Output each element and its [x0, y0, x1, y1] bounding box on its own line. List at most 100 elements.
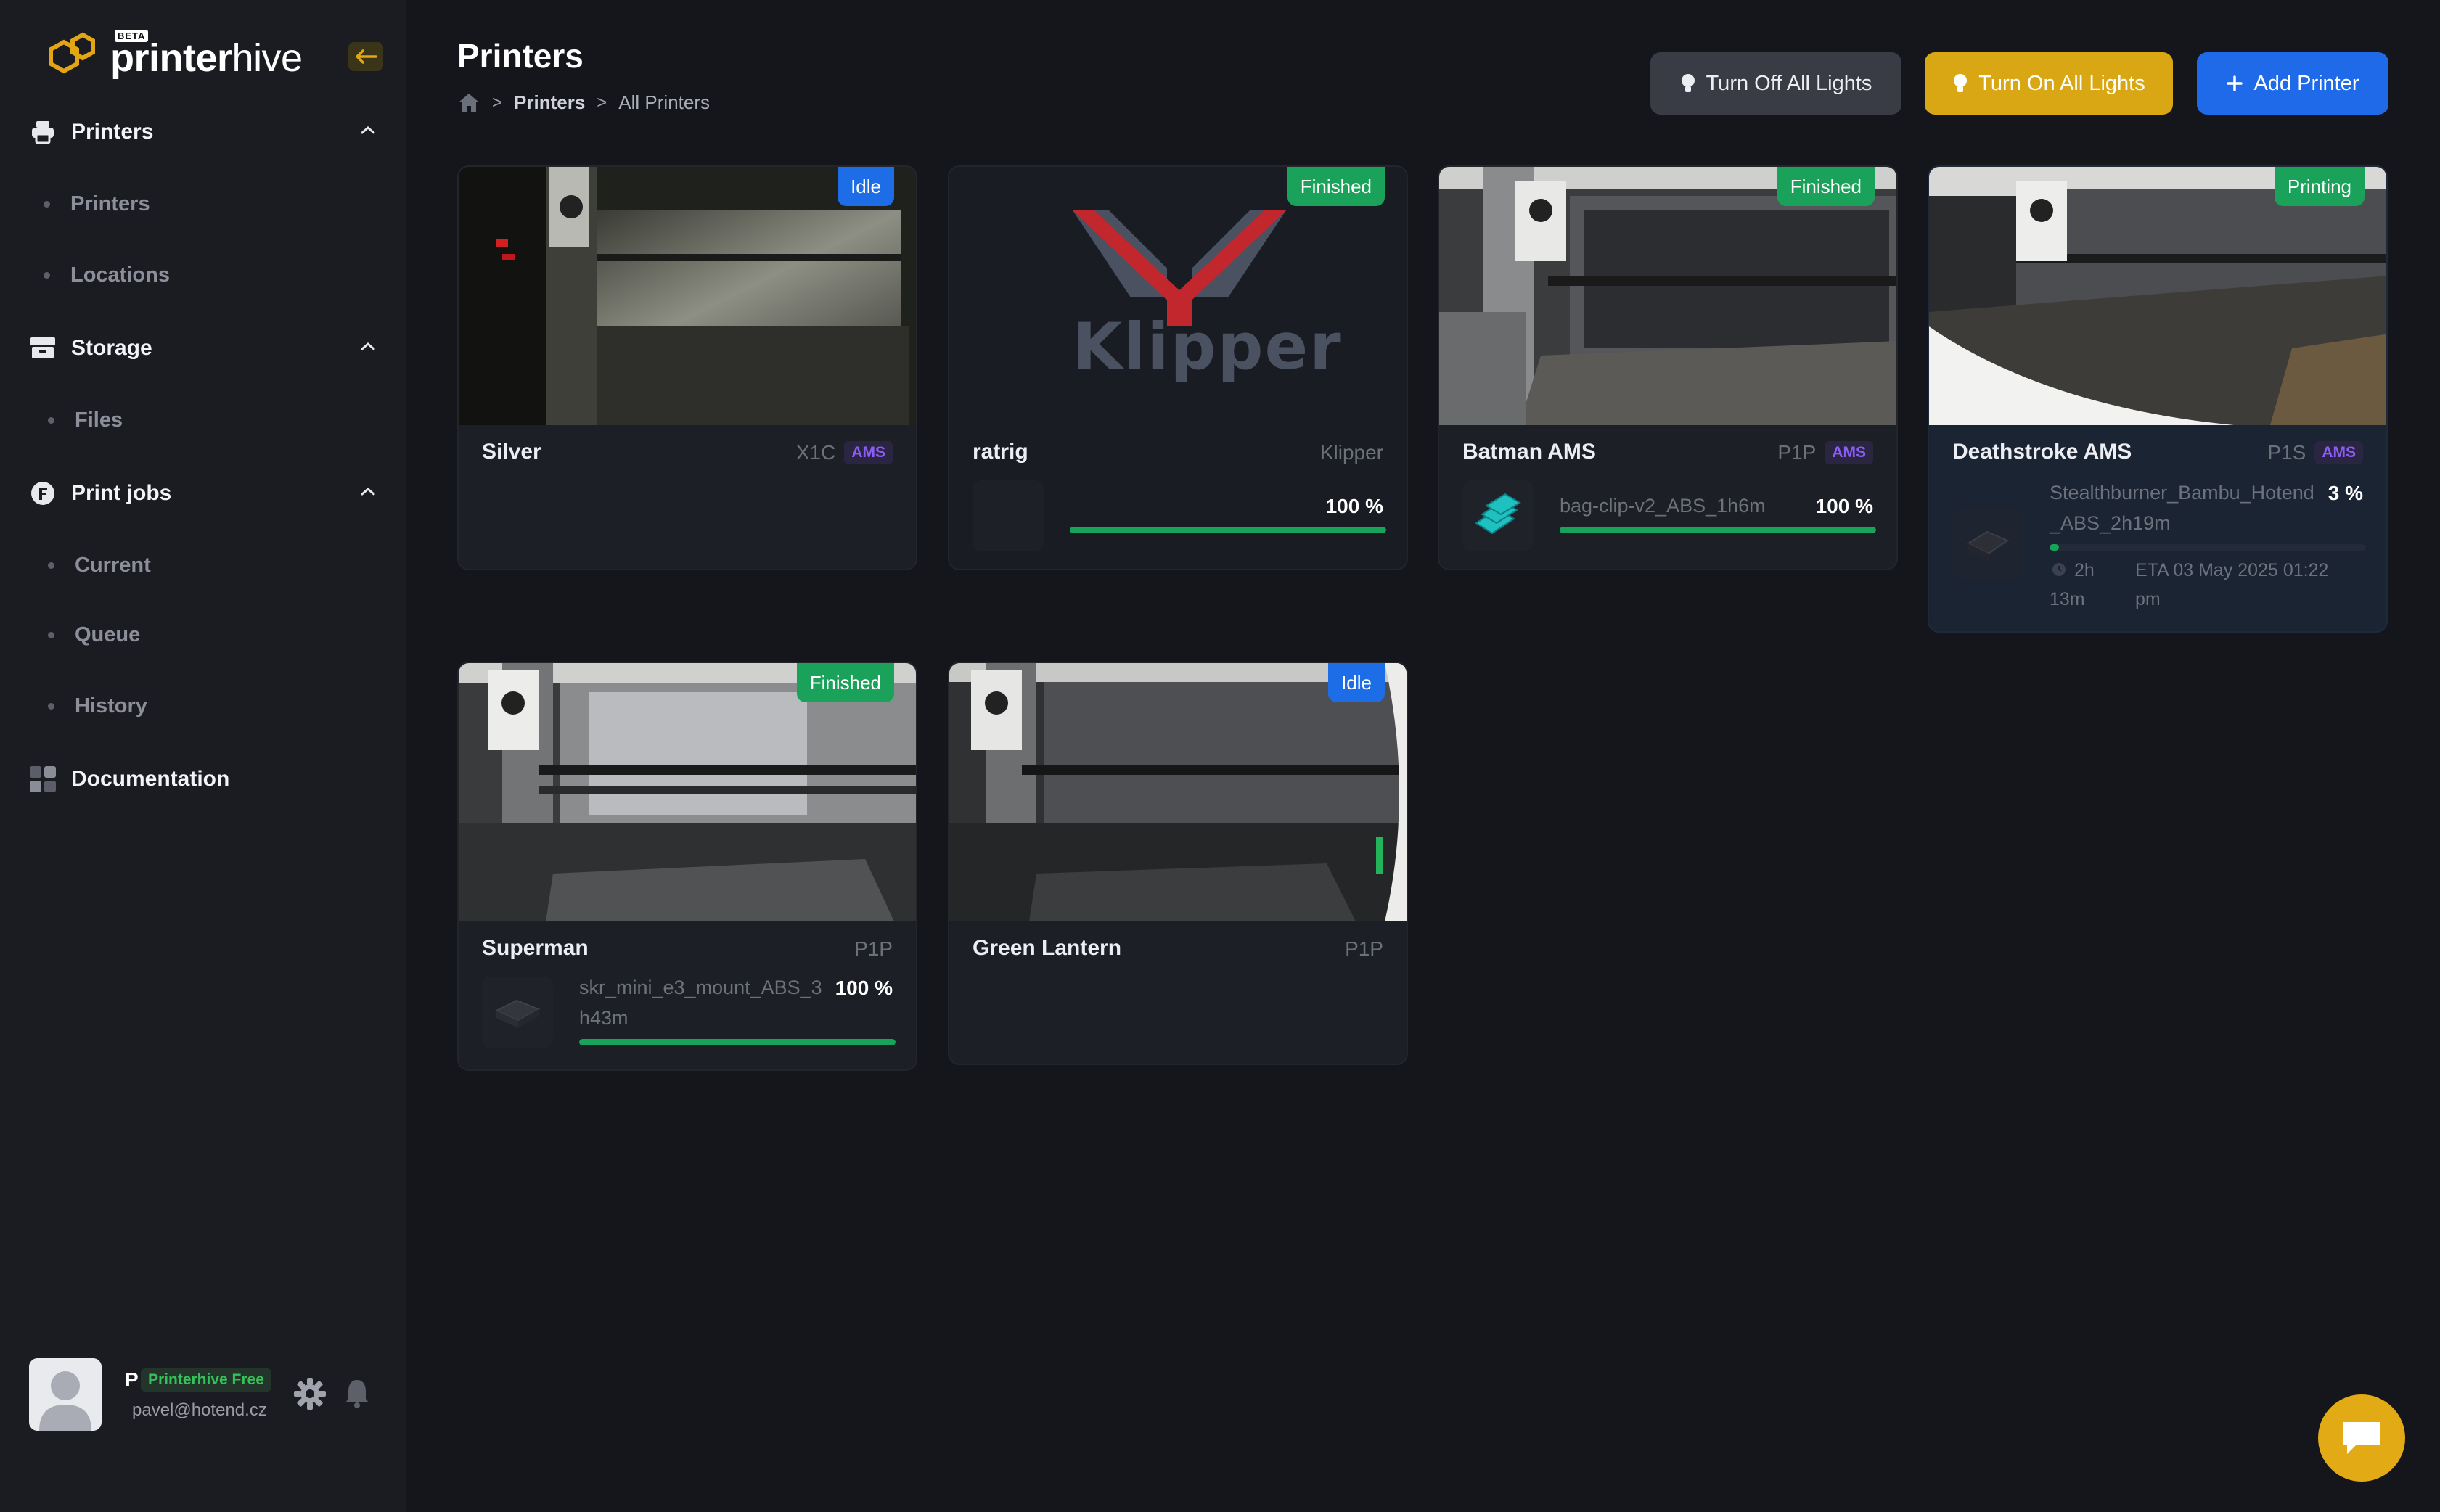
sidebar-item-history[interactable]: History [44, 688, 147, 724]
progress-fill [579, 1039, 896, 1045]
sidebar-item-printers[interactable]: Printers [44, 186, 150, 222]
user-name: P [125, 1368, 139, 1391]
home-icon[interactable] [457, 92, 480, 114]
hive-logo-icon [49, 32, 95, 74]
status-badge: Idle [838, 167, 894, 206]
progress-fill [1070, 527, 1386, 533]
sidebar-item-current[interactable]: Current [44, 547, 151, 583]
chevron-right-icon: > [597, 92, 607, 112]
ams-badge: AMS [2314, 441, 2363, 464]
storage-icon [28, 333, 58, 363]
sidebar-item-label: Queue [75, 623, 141, 646]
chevron-right-icon: > [492, 92, 503, 112]
bullet-icon [44, 271, 50, 279]
printer-model: P1P AMS [1777, 441, 1873, 464]
printer-model: P1P [854, 937, 893, 960]
progress-bar [1070, 527, 1386, 533]
bullet-icon [48, 562, 54, 569]
gear-icon[interactable] [293, 1377, 327, 1410]
breadcrumb-all-printers: All Printers [618, 91, 710, 113]
progress-bar [579, 1039, 896, 1045]
ams-badge: AMS [1825, 441, 1873, 464]
nav-group-label: Printers [71, 120, 154, 144]
printer-icon [28, 117, 58, 147]
printer-model: X1C AMS [796, 441, 893, 464]
sidebar-item-files[interactable]: Files [44, 402, 123, 438]
sidebar-item-queue[interactable]: Queue [44, 617, 140, 653]
printer-model: Klipper [1319, 441, 1383, 464]
documentation-icon [28, 764, 58, 794]
chevron-up-icon[interactable] [360, 486, 376, 496]
bell-icon[interactable] [344, 1379, 370, 1409]
printer-model-label: P1P [1777, 441, 1817, 464]
collapse-sidebar-button[interactable] [348, 42, 383, 71]
turn-off-lights-button[interactable]: Turn Off All Lights [1650, 52, 1901, 115]
clock-icon [2052, 563, 2066, 576]
breadcrumb-printers[interactable]: Printers [514, 91, 585, 114]
printer-model-label: X1C [795, 441, 836, 464]
turn-on-lights-button[interactable]: Turn On All Lights [1925, 52, 2173, 115]
page-title: Printers [457, 37, 584, 75]
progress-bar [1560, 527, 1876, 533]
printer-card-silver[interactable]: Idle Silver X1C AMS [457, 165, 917, 570]
nav-label: Documentation [71, 767, 230, 791]
job-thumbnail [482, 977, 553, 1048]
model-preview-icon [1475, 493, 1521, 535]
user-email: pavel@hotend.cz [132, 1400, 267, 1420]
sidebar-item-label: Current [75, 553, 151, 577]
sidebar-item-documentation[interactable]: Documentation [28, 757, 390, 801]
breadcrumb: > Printers > All Printers [457, 91, 710, 114]
plus-icon [2226, 75, 2243, 92]
nav-group-printers[interactable]: Printers [28, 110, 390, 154]
sidebar-item-label: Printers [70, 192, 150, 215]
progress-fill [2050, 544, 2060, 551]
job-thumbnail [1462, 480, 1534, 551]
remaining-time-line-2: 13m [2050, 589, 2085, 609]
printer-card-deathstroke-ams[interactable]: Printing Deathstroke AMS P1S AMS Stealth… [1928, 165, 2388, 633]
printer-model: P1S AMS [2267, 441, 2363, 464]
chevron-up-icon[interactable] [360, 341, 376, 351]
sidebar: BETA printerhive Printers Printers Locat… [0, 0, 406, 1512]
progress-bar [2050, 544, 2366, 551]
print-jobs-icon [28, 478, 58, 509]
chevron-up-icon[interactable] [360, 125, 376, 135]
model-preview-icon [494, 999, 541, 1028]
printer-card-green-lantern[interactable]: Idle Green Lantern P1P [948, 662, 1408, 1065]
printer-card-batman-ams[interactable]: Finished Batman AMS P1P AMS bag-clip-v2_… [1438, 165, 1898, 570]
job-name-line-2: h43m [579, 1007, 629, 1029]
sidebar-item-locations[interactable]: Locations [44, 257, 170, 293]
status-badge: Idle [1328, 663, 1385, 702]
printer-model-label: P1S [2267, 441, 2306, 464]
nav-group-storage[interactable]: Storage [28, 326, 390, 370]
bullet-icon [48, 416, 54, 424]
printer-name: Silver [482, 440, 541, 464]
logo-text-light: hive [232, 36, 303, 80]
button-label: Add Printer [2253, 71, 2359, 95]
job-name-line-2: _ABS_2h19m [2050, 512, 2171, 534]
job-name-line-1: skr_mini_e3_mount_ABS_3 [579, 977, 822, 998]
job-thumbnail [973, 480, 1044, 551]
printer-card-superman[interactable]: Finished Superman P1P skr_mini_e3_mount_… [457, 662, 917, 1071]
eta-line-1: ETA 03 May 2025 01:22 [2135, 560, 2329, 580]
avatar[interactable] [29, 1358, 102, 1431]
button-label: Turn Off All Lights [1706, 71, 1872, 95]
printer-name: Deathstroke AMS [1952, 440, 2132, 464]
printer-card-ratrig[interactable]: Klipper Finished ratrig Klipper 100 % [948, 165, 1408, 570]
plan-badge: Printerhive Free [141, 1368, 271, 1392]
user-icon [29, 1358, 102, 1431]
logo[interactable]: BETA printerhive [35, 29, 303, 87]
add-printer-button[interactable]: Add Printer [2197, 52, 2388, 115]
printer-name: Superman [482, 936, 589, 960]
progress-percent: 100 % [835, 977, 893, 999]
sidebar-item-label: History [75, 694, 147, 718]
klipper-logo-text: Klipper [1073, 309, 1343, 384]
progress-percent: 100 % [1325, 495, 1383, 517]
printer-name: Batman AMS [1462, 440, 1596, 464]
chat-button[interactable] [2318, 1394, 2405, 1482]
progress-fill [1560, 527, 1876, 533]
nav-group-print-jobs[interactable]: Print jobs [28, 472, 390, 515]
arrow-left-icon [356, 49, 377, 64]
status-badge: Printing [2274, 167, 2365, 206]
lightbulb-icon [1952, 73, 1968, 94]
nav-group-label: Storage [71, 336, 152, 360]
